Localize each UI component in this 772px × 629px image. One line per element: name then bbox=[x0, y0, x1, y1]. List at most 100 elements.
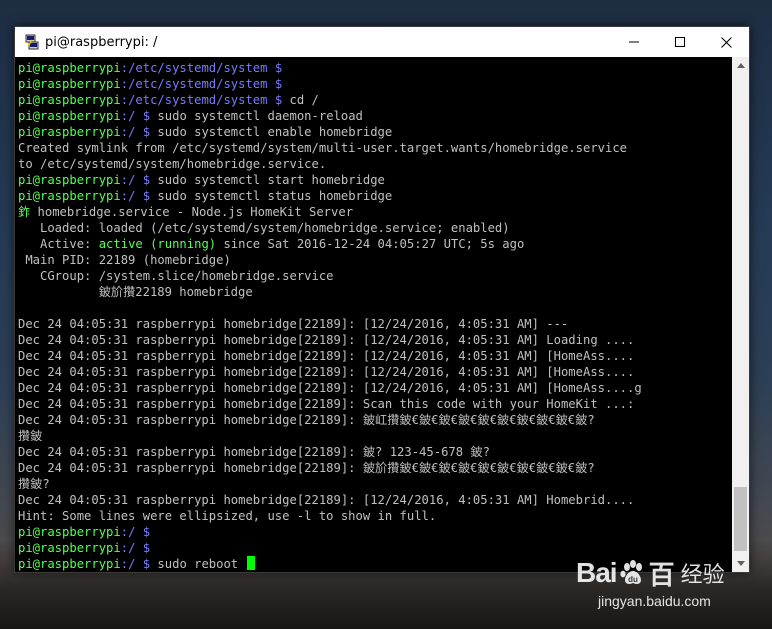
close-button[interactable] bbox=[703, 27, 749, 57]
terminal-lines: pi@raspberrypi:/etc/systemd/system $ pi@r… bbox=[15, 57, 732, 572]
svg-text:du: du bbox=[628, 575, 638, 584]
terminal-line: 攢鈹? bbox=[18, 476, 732, 492]
terminal-line: Main PID: 22189 (homebridge) bbox=[18, 252, 732, 268]
close-icon bbox=[720, 36, 732, 48]
terminal-window[interactable]: pi@raspberrypi: / pi@raspberrypi:/etc/sy… bbox=[14, 26, 750, 573]
putty-icon[interactable] bbox=[25, 34, 39, 50]
terminal-text: sudo reboot bbox=[150, 557, 246, 571]
terminal-text: 攢鈹 bbox=[18, 429, 43, 443]
terminal-line: Dec 24 04:05:31 raspberrypi homebridge[2… bbox=[18, 348, 732, 364]
terminal-text: Dec 24 04:05:31 raspberrypi homebridge[2… bbox=[18, 445, 490, 459]
terminal-line: Dec 24 04:05:31 raspberrypi homebridge[2… bbox=[18, 460, 732, 476]
vertical-scrollbar[interactable] bbox=[732, 57, 749, 572]
terminal-line: Active: active (running) since Sat 2016-… bbox=[18, 236, 732, 252]
terminal-text: Dec 24 04:05:31 raspberrypi homebridge[2… bbox=[18, 349, 635, 363]
terminal-text: Dec 24 04:05:31 raspberrypi homebridge[2… bbox=[18, 397, 635, 411]
terminal-text: sudo systemctl daemon-reload bbox=[150, 109, 363, 123]
terminal-line: to /etc/systemd/system/homebridge.servic… bbox=[18, 156, 732, 172]
terminal-line: Dec 24 04:05:31 raspberrypi homebridge[2… bbox=[18, 332, 732, 348]
terminal-line: Dec 24 04:05:31 raspberrypi homebridge[2… bbox=[18, 412, 732, 428]
terminal-text-green: pi@raspberrypi bbox=[18, 93, 121, 107]
maximize-icon bbox=[675, 37, 685, 47]
terminal-text: Dec 24 04:05:31 raspberrypi homebridge[2… bbox=[18, 333, 635, 347]
terminal-line: 鈼 homebridge.service - Node.js HomeKit S… bbox=[18, 204, 732, 220]
terminal-line: Created symlink from /etc/systemd/system… bbox=[18, 140, 732, 156]
terminal-text-path: :/etc/systemd/system $ bbox=[120, 77, 283, 91]
terminal-line: 攢鈹 bbox=[18, 428, 732, 444]
terminal-line: pi@raspberrypi:/ $ bbox=[18, 524, 732, 540]
terminal-line: Dec 24 04:05:31 raspberrypi homebridge[2… bbox=[18, 380, 732, 396]
terminal-text: homebridge.service - Node.js HomeKit Ser… bbox=[30, 205, 354, 219]
terminal-text: Loaded: loaded (/etc/systemd/system/home… bbox=[18, 221, 510, 235]
terminal-line: 鈹斺攢22189 homebridge bbox=[18, 284, 732, 300]
terminal-text-green: pi@raspberrypi bbox=[18, 541, 121, 555]
terminal-text: cd / bbox=[282, 93, 319, 107]
terminal-line: Dec 24 04:05:31 raspberrypi homebridge[2… bbox=[18, 316, 732, 332]
terminal-line: pi@raspberrypi:/ $ sudo systemctl start … bbox=[18, 172, 732, 188]
terminal-text: sudo systemctl status homebridge bbox=[150, 189, 393, 203]
terminal-text: Created symlink from /etc/systemd/system… bbox=[18, 141, 628, 155]
terminal-text-path: :/ $ bbox=[120, 173, 151, 187]
terminal-line: Hint: Some lines were ellipsized, use -l… bbox=[18, 508, 732, 524]
terminal-text-green: active (running) bbox=[98, 237, 217, 251]
terminal-text-green: pi@raspberrypi bbox=[18, 557, 121, 571]
terminal-line: pi@raspberrypi:/etc/systemd/system $ cd … bbox=[18, 92, 732, 108]
terminal-output[interactable]: pi@raspberrypi:/etc/systemd/system $ pi@r… bbox=[15, 57, 732, 572]
terminal-text-green: pi@raspberrypi bbox=[18, 125, 121, 139]
terminal-text-path: :/ $ bbox=[120, 125, 151, 139]
terminal-text-path: :/etc/systemd/system $ bbox=[120, 93, 283, 107]
terminal-text-green: pi@raspberrypi bbox=[18, 189, 121, 203]
terminal-cursor bbox=[247, 556, 256, 570]
watermark-brand-cn: 经验 bbox=[680, 563, 725, 588]
terminal-text-green: pi@raspberrypi bbox=[18, 525, 121, 539]
terminal-text-green: pi@raspberrypi bbox=[18, 61, 121, 75]
terminal-text-path: :/etc/systemd/system $ bbox=[120, 61, 283, 75]
watermark-logo-bai: Bai bbox=[576, 557, 618, 588]
terminal-line: Dec 24 04:05:31 raspberrypi homebridge[2… bbox=[18, 492, 732, 508]
terminal-text-green: pi@raspberrypi bbox=[18, 77, 121, 91]
terminal-text: 攢鈹? bbox=[18, 477, 50, 491]
scroll-thumb[interactable] bbox=[734, 487, 747, 551]
terminal-line: pi@raspberrypi:/ $ sudo systemctl enable… bbox=[18, 124, 732, 140]
terminal-text: 鈹斺攢22189 homebridge bbox=[18, 285, 253, 299]
terminal-text: sudo systemctl start homebridge bbox=[150, 173, 385, 187]
watermark-logo-bai-cn: 百 bbox=[648, 559, 675, 590]
terminal-line: Dec 24 04:05:31 raspberrypi homebridge[2… bbox=[18, 444, 732, 460]
terminal-text-green: pi@raspberrypi bbox=[18, 173, 121, 187]
terminal-text-path: :/ $ bbox=[120, 557, 151, 571]
terminal-line: Dec 24 04:05:31 raspberrypi homebridge[2… bbox=[18, 364, 732, 380]
terminal-line: pi@raspberrypi:/etc/systemd/system $ bbox=[18, 60, 732, 76]
minimize-button[interactable] bbox=[611, 27, 657, 57]
baidu-jingyan-watermark: Bai du 百 经验 jingyan.baidu.com bbox=[576, 553, 762, 615]
window-title: pi@raspberrypi: / bbox=[45, 34, 158, 50]
terminal-line: pi@raspberrypi:/ $ sudo systemctl daemon… bbox=[18, 108, 732, 124]
terminal-text: Dec 24 04:05:31 raspberrypi homebridge[2… bbox=[18, 365, 635, 379]
scroll-up-button[interactable] bbox=[732, 57, 749, 74]
terminal-text: to /etc/systemd/system/homebridge.servic… bbox=[18, 157, 327, 171]
terminal-line: Loaded: loaded (/etc/systemd/system/home… bbox=[18, 220, 732, 236]
terminal-line: pi@raspberrypi:/etc/systemd/system $ bbox=[18, 76, 732, 92]
minimize-icon bbox=[629, 41, 639, 43]
terminal-line: pi@raspberrypi:/ $ sudo systemctl status… bbox=[18, 188, 732, 204]
terminal-text: Dec 24 04:05:31 raspberrypi homebridge[2… bbox=[18, 317, 569, 331]
maximize-button[interactable] bbox=[657, 27, 703, 57]
title-bar[interactable]: pi@raspberrypi: / bbox=[15, 27, 749, 57]
terminal-text: Dec 24 04:05:31 raspberrypi homebridge[2… bbox=[18, 493, 635, 507]
terminal-text-path: :/ $ bbox=[120, 189, 151, 203]
terminal-text-green: pi@raspberrypi bbox=[18, 109, 121, 123]
terminal-line: Dec 24 04:05:31 raspberrypi homebridge[2… bbox=[18, 396, 732, 412]
terminal-line: CGroup: /system.slice/homebridge.service bbox=[18, 268, 732, 284]
terminal-text: Dec 24 04:05:31 raspberrypi homebridge[2… bbox=[18, 413, 595, 427]
terminal-text: Dec 24 04:05:31 raspberrypi homebridge[2… bbox=[18, 381, 642, 395]
terminal-text: CGroup: /system.slice/homebridge.service bbox=[18, 269, 334, 283]
terminal-text: Main PID: 22189 (homebridge) bbox=[18, 253, 231, 267]
terminal-text-path: :/ $ bbox=[120, 541, 151, 555]
terminal-text-path: :/ $ bbox=[120, 525, 151, 539]
terminal-text: since Sat 2016-12-24 04:05:27 UTC; 5s ag… bbox=[216, 237, 525, 251]
scroll-up-arrow-icon bbox=[736, 63, 745, 68]
terminal-text: Dec 24 04:05:31 raspberrypi homebridge[2… bbox=[18, 461, 595, 475]
terminal-text: Hint: Some lines were ellipsized, use -l… bbox=[18, 509, 437, 523]
terminal-text-path: :/ $ bbox=[120, 109, 151, 123]
terminal-text: Active: bbox=[18, 237, 99, 251]
